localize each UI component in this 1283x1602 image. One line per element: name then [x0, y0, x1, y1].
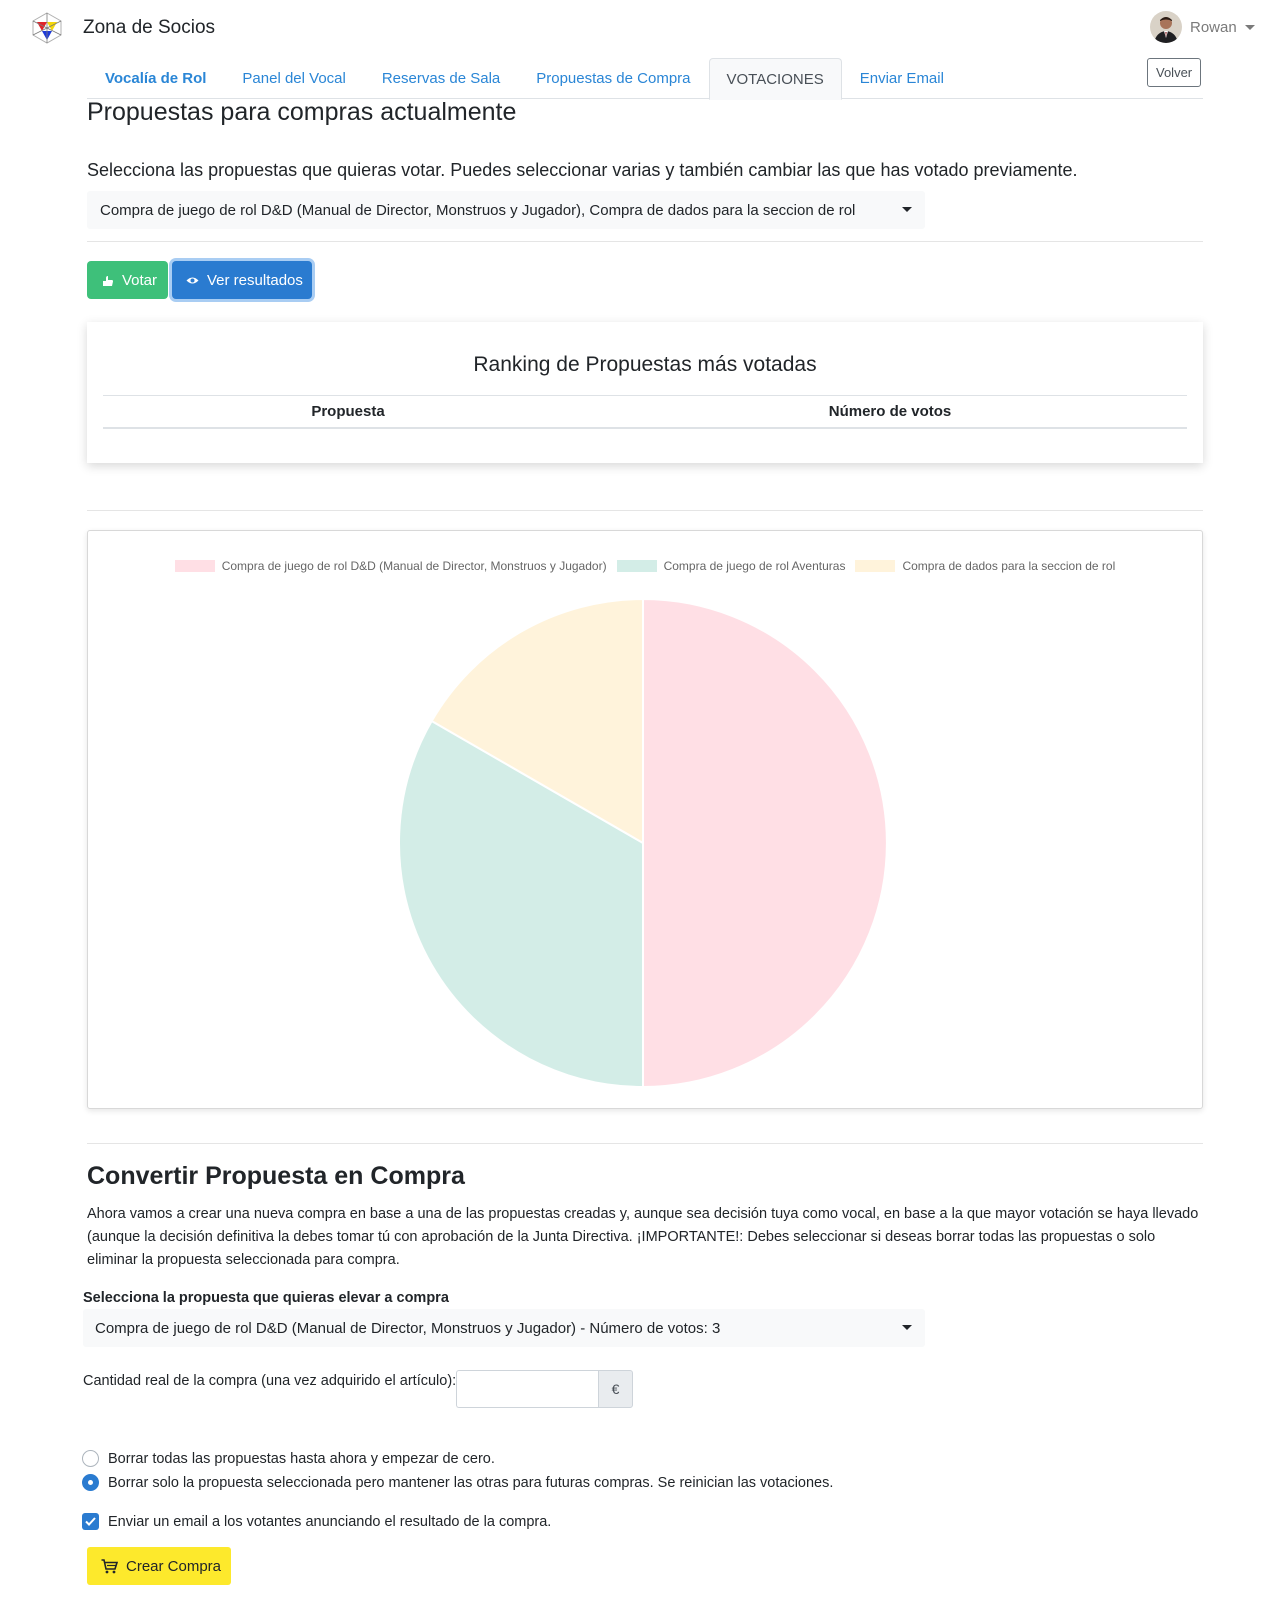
ranking-title: Ranking de Propuestas más votadas [473, 353, 817, 376]
user-menu[interactable]: Rowan [1150, 10, 1255, 44]
radio-delete-all[interactable] [82, 1450, 99, 1467]
chevron-down-icon [902, 207, 912, 212]
shopping-cart-icon [101, 1558, 118, 1574]
divider [87, 1143, 1203, 1144]
view-results-button[interactable]: Ver resultados [172, 261, 312, 299]
tab-vocalia-de-rol[interactable]: Vocalía de Rol [87, 58, 224, 99]
user-name: Rowan [1190, 18, 1237, 36]
votes-pie-chart-card: Compra de juego de rol D&D (Manual de Di… [87, 530, 1203, 1109]
voting-instructions: Selecciona las propuestas que quieras vo… [87, 160, 1078, 180]
view-results-label: Ver resultados [207, 271, 303, 289]
proposals-multiselect[interactable]: Compra de juego de rol D&D (Manual de Di… [87, 191, 925, 229]
option-delete-all[interactable]: Borrar todas las propuestas hasta ahora … [82, 1450, 495, 1467]
create-purchase-label: Crear Compra [126, 1557, 222, 1575]
page-title: Propuestas para compras actualmente [87, 98, 517, 126]
top-bar: Zona de Socios Rowan [0, 0, 1283, 58]
vote-button[interactable]: Votar [87, 261, 168, 299]
column-header-votes: Número de votos [828, 403, 952, 420]
convert-heading: Convertir Propuesta en Compra [87, 1162, 465, 1190]
option-send-email[interactable]: Enviar un email a los votantes anunciand… [82, 1513, 551, 1530]
convert-description: Ahora vamos a crear una nueva compra en … [87, 1206, 1199, 1268]
avatar [1150, 11, 1182, 43]
app-logo-icon[interactable] [31, 11, 63, 45]
proposal-select-label: Selecciona la propuesta que quieras elev… [83, 1290, 449, 1306]
tab-reservas-de-sala[interactable]: Reservas de Sala [364, 58, 518, 99]
eye-icon [186, 274, 199, 287]
tab-propuestas-de-compra[interactable]: Propuestas de Compra [518, 58, 708, 99]
app-title: Zona de Socios [83, 17, 216, 38]
vote-hand-icon [101, 274, 114, 287]
quantity-label: Cantidad real de la compra (una vez adqu… [83, 1373, 457, 1389]
proposal-select-value: Compra de juego de rol D&D (Manual de Di… [95, 1319, 721, 1337]
votes-pie-chart [398, 597, 888, 1089]
nav-tabs: Vocalía de Rol Panel del Vocal Reservas … [87, 58, 1203, 100]
tab-enviar-email[interactable]: Enviar Email [842, 58, 962, 99]
divider [87, 241, 1203, 242]
quantity-input[interactable] [456, 1370, 599, 1408]
create-purchase-button[interactable]: Crear Compra [87, 1547, 231, 1585]
option-delete-all-label: Borrar todas las propuestas hasta ahora … [108, 1450, 495, 1467]
checkbox-send-email[interactable] [82, 1513, 99, 1530]
vote-button-label: Votar [122, 271, 158, 289]
option-send-email-label: Enviar un email a los votantes anunciand… [108, 1513, 552, 1530]
chevron-down-icon [902, 1325, 912, 1330]
tab-panel-del-vocal[interactable]: Panel del Vocal [224, 58, 363, 99]
proposal-select[interactable]: Compra de juego de rol D&D (Manual de Di… [83, 1309, 925, 1347]
chevron-down-icon [1244, 24, 1255, 30]
ranking-table-header: Propuesta Número de votos [103, 395, 1187, 429]
column-header-proposal: Propuesta [311, 403, 385, 420]
proposals-multiselect-value: Compra de juego de rol D&D (Manual de Di… [100, 201, 856, 219]
radio-delete-selected[interactable] [82, 1474, 99, 1491]
tab-votaciones[interactable]: VOTACIONES [708, 58, 842, 100]
option-delete-selected[interactable]: Borrar solo la propuesta seleccionada pe… [82, 1474, 833, 1491]
ranking-card: Ranking de Propuestas más votadas Propue… [87, 322, 1203, 463]
volver-button[interactable]: Volver [1147, 58, 1202, 87]
divider [87, 510, 1203, 511]
option-delete-selected-label: Borrar solo la propuesta seleccionada pe… [108, 1474, 834, 1491]
currency-addon: € [598, 1370, 633, 1408]
pie-slice[interactable] [642, 597, 888, 1089]
